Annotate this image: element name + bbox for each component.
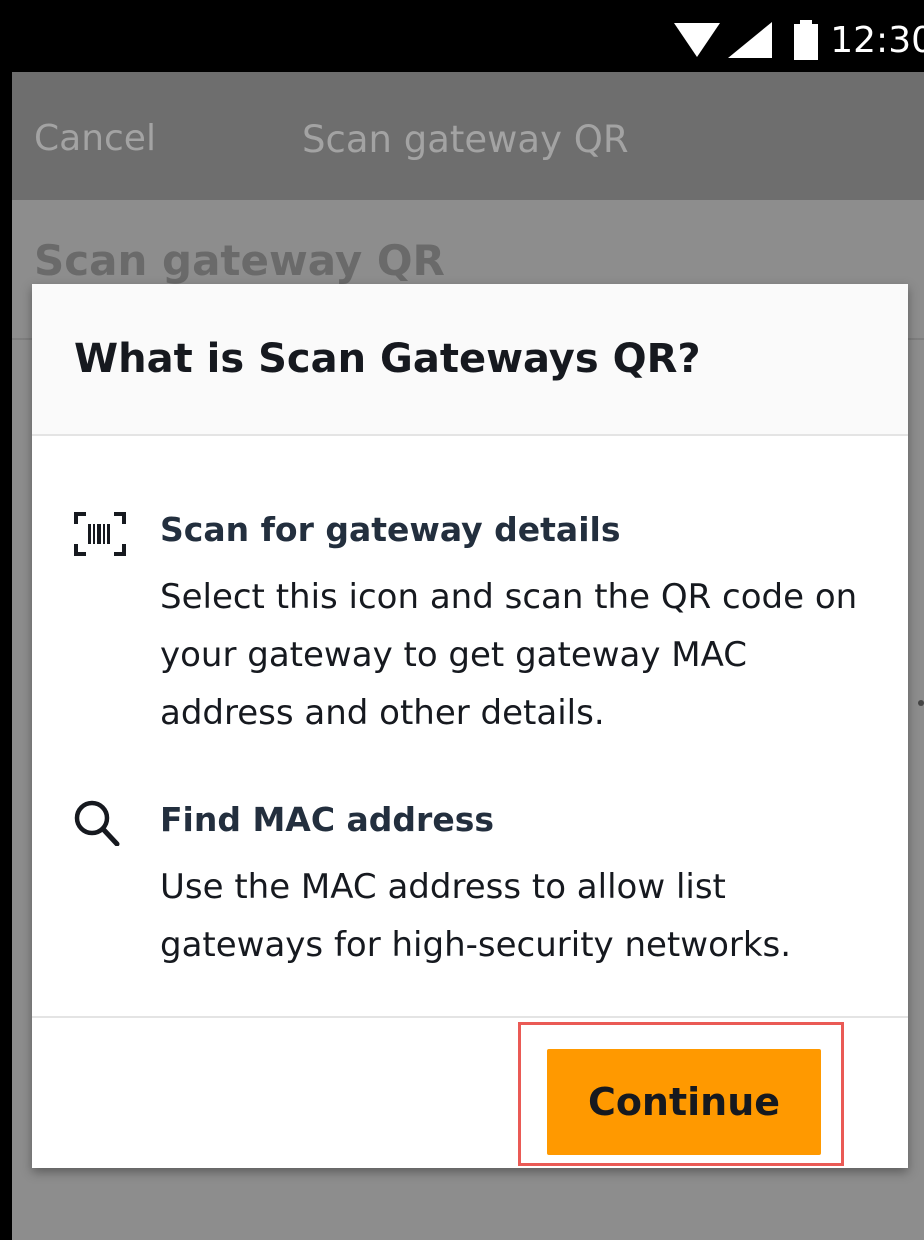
item-description: Select this icon and scan the QR code on… xyxy=(160,577,858,733)
dialog-body: Scan for gateway details Select this ico… xyxy=(32,436,908,1018)
cancel-button[interactable]: Cancel xyxy=(34,118,156,159)
app-header: Cancel Scan gateway QR xyxy=(12,72,924,200)
dialog-title: What is Scan Gateways QR? xyxy=(74,336,701,382)
header-title: Scan gateway QR xyxy=(302,118,629,161)
page-heading: Scan gateway QR xyxy=(34,236,445,285)
battery-icon xyxy=(794,20,819,60)
search-icon xyxy=(74,800,120,846)
scroll-indicator xyxy=(918,700,924,706)
item-title: Scan for gateway details xyxy=(160,510,621,549)
signal-icon xyxy=(728,22,773,58)
barcode-scan-icon xyxy=(74,512,126,556)
continue-button[interactable]: Continue xyxy=(547,1049,821,1155)
status-icons: 12:30 xyxy=(674,19,924,61)
status-time: 12:30 xyxy=(830,19,924,61)
dialog-footer: Continue xyxy=(32,1016,908,1170)
info-item-mac: Find MAC address Use the MAC address to … xyxy=(72,800,888,1000)
status-bar: 12:30 xyxy=(12,0,924,72)
item-title: Find MAC address xyxy=(160,800,494,839)
info-item-scan: Scan for gateway details Select this ico… xyxy=(72,510,888,770)
wifi-icon xyxy=(674,23,721,57)
item-description: Use the MAC address to allow list gatewa… xyxy=(160,867,792,965)
info-dialog: What is Scan Gateways QR? Scan for gatew… xyxy=(32,284,908,1168)
continue-highlight: Continue xyxy=(518,1022,844,1166)
dialog-header: What is Scan Gateways QR? xyxy=(32,284,908,436)
